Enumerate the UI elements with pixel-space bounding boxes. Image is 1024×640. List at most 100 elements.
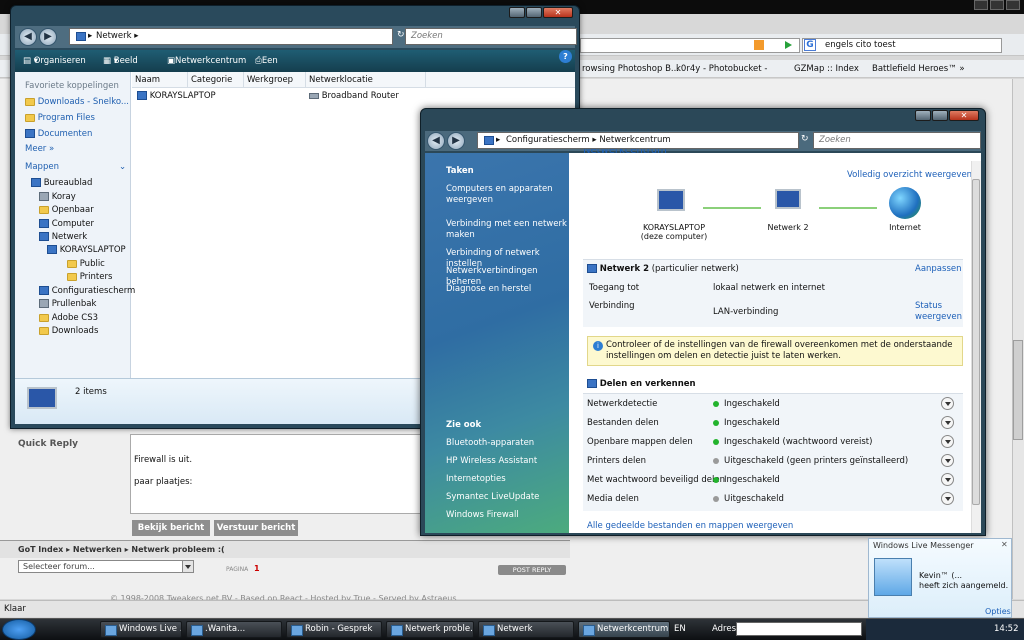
expand-icon[interactable] — [941, 454, 954, 467]
address-bar[interactable]: ▸ Configuratiescherm ▸ Netwerkcentrum — [477, 132, 799, 149]
forward-button[interactable]: ▶ — [39, 28, 57, 46]
options-link[interactable]: Opties — [985, 607, 1011, 616]
close-button[interactable]: ✕ — [949, 110, 979, 121]
breadcrumb-item[interactable]: Netwerkcentrum — [599, 135, 670, 145]
firefox-search-input[interactable]: engels cito toest — [802, 38, 1002, 53]
rss-icon[interactable] — [754, 40, 764, 50]
globe-icon[interactable] — [889, 187, 921, 219]
column-header[interactable]: Netwerklocatie — [306, 72, 426, 88]
bookmark-item[interactable]: rowsing Photoshop B... — [582, 60, 679, 78]
expand-icon[interactable] — [941, 492, 954, 505]
tree-item[interactable]: KORAYSLAPTOP — [47, 245, 126, 255]
shared-files-link[interactable]: Alle gedeelde bestanden en mappen weerge… — [587, 521, 793, 531]
expand-icon[interactable] — [941, 397, 954, 410]
column-header[interactable]: Categorie — [188, 72, 244, 88]
minimize-button[interactable] — [509, 7, 525, 18]
task-link[interactable]: Computers en apparaten weergeven — [446, 184, 568, 206]
scrollbar-thumb[interactable] — [972, 179, 980, 505]
chevron-down-icon[interactable] — [182, 561, 193, 572]
tree-item[interactable]: Adobe CS3 — [39, 313, 98, 323]
expand-icon[interactable] — [941, 435, 954, 448]
task-link[interactable]: Diagnose en herstel — [446, 284, 568, 295]
taskbar-button[interactable]: Netwerkcentrum — [578, 621, 670, 638]
tree-item[interactable]: Configuratiescherm — [39, 286, 135, 296]
add-printer-button[interactable]: ⎙ Een printer toevoegen — [255, 50, 307, 110]
view-button[interactable]: ▦ Beeld ▾ — [103, 50, 138, 72]
help-icon[interactable]: ? — [559, 50, 572, 63]
address-toolbar-input[interactable] — [736, 622, 862, 636]
address-bar[interactable]: ▸ Netwerk ▸ — [69, 28, 393, 45]
more-link[interactable]: Meer » — [25, 144, 54, 154]
page-number[interactable]: 1 — [254, 564, 260, 573]
see-also-link[interactable]: Bluetooth-apparaten — [446, 438, 568, 449]
close-button[interactable]: ✕ — [543, 7, 573, 18]
taskbar-button[interactable]: .Wanita... — [186, 621, 282, 638]
back-button[interactable]: ◀ — [19, 28, 37, 46]
tree-item[interactable]: Public — [67, 259, 105, 269]
forward-button[interactable]: ▶ — [447, 132, 465, 150]
taskbar-button[interactable]: Netwerk — [478, 621, 574, 638]
tree-item[interactable]: Computer — [39, 219, 94, 229]
back-button[interactable]: ◀ — [427, 132, 445, 150]
language-indicator[interactable]: EN — [674, 624, 686, 634]
bookmark-item[interactable]: GZMap :: Index — [794, 60, 859, 78]
start-button[interactable] — [2, 619, 36, 640]
firefox-url-bar[interactable] — [580, 38, 800, 53]
taskbar-button[interactable]: Windows Live ... — [100, 621, 182, 638]
computer-icon[interactable] — [657, 189, 685, 211]
maximize-button[interactable] — [932, 110, 948, 121]
favorite-link[interactable]: Program Files — [25, 113, 95, 123]
firefox-scrollbar[interactable] — [1012, 79, 1024, 599]
tree-item[interactable]: Printers — [67, 272, 112, 282]
forum-breadcrumb[interactable]: GoT Index ▸ Netwerken ▸ Netwerk probleem… — [0, 540, 570, 558]
clock[interactable]: 14:52 — [994, 624, 1019, 634]
network-icon — [76, 32, 86, 41]
netcenter-button[interactable]: ▣ Netwerkcentrum — [167, 50, 246, 72]
google-icon[interactable]: G — [804, 39, 816, 51]
tree-item[interactable]: Koray — [39, 192, 76, 202]
folders-header[interactable]: Mappen ⌄ — [25, 162, 126, 172]
tree-item[interactable]: Openbaar — [39, 205, 94, 215]
refresh-icon[interactable]: ↻ — [801, 134, 809, 144]
favorite-link[interactable]: Documenten — [25, 129, 92, 139]
maximize-button[interactable] — [526, 7, 542, 18]
bookmark-item[interactable]: Battlefield Heroes™ » — [872, 60, 965, 78]
minimize-button[interactable] — [915, 110, 931, 121]
post-reply-button[interactable]: POST REPLY — [498, 565, 566, 575]
tree-item[interactable]: Bureaublad — [31, 178, 92, 188]
task-link[interactable]: Verbinding met een netwerk maken — [446, 219, 568, 241]
tree-item[interactable]: Netwerk — [39, 232, 87, 242]
taskbar-button[interactable]: Robin - Gesprek — [286, 621, 382, 638]
see-also-link[interactable]: Windows Firewall — [446, 510, 568, 521]
tree-item[interactable]: Downloads — [39, 326, 98, 336]
see-also-link[interactable]: Symantec LiveUpdate — [446, 492, 568, 503]
status-link[interactable]: Status weergeven — [915, 301, 962, 323]
organize-button[interactable]: ▤ Organiseren ▾ — [23, 50, 86, 72]
refresh-icon[interactable]: ↻ — [397, 30, 405, 40]
taskbar-button[interactable]: Netwerk proble... — [386, 621, 474, 638]
customize-link[interactable]: Aanpassen — [915, 264, 962, 274]
full-map-link[interactable]: Volledig overzicht weergeven — [847, 170, 972, 180]
column-header[interactable]: Werkgroep — [244, 72, 306, 88]
see-also-link[interactable]: HP Wireless Assistant — [446, 456, 568, 467]
file-item[interactable]: Broadband Router — [309, 91, 399, 101]
close-icon[interactable]: ✕ — [1001, 540, 1008, 549]
preview-button[interactable]: Bekijk bericht — [132, 520, 210, 536]
see-also-link[interactable]: Internetopties — [446, 474, 568, 485]
expand-icon[interactable] — [941, 416, 954, 429]
send-button[interactable]: Verstuur bericht — [214, 520, 298, 536]
column-header[interactable]: Naam — [132, 72, 188, 88]
tree-item[interactable]: Prullenbak — [39, 299, 96, 309]
search-input[interactable]: Zoeken — [405, 28, 577, 45]
go-arrow-icon[interactable] — [782, 39, 794, 51]
bookmark-item[interactable]: k0r4y - Photobucket - — [676, 60, 767, 78]
breadcrumb-item[interactable]: Configuratiescherm — [506, 135, 590, 145]
network-icon[interactable] — [775, 189, 801, 209]
favorite-link[interactable]: Downloads - Snelko... — [25, 97, 129, 107]
scrollbar-thumb[interactable] — [1013, 340, 1023, 440]
forum-select[interactable]: Selecteer forum... — [18, 560, 194, 573]
search-input[interactable]: Zoeken — [813, 132, 981, 149]
file-item[interactable]: KORAYSLAPTOP — [137, 91, 216, 101]
firefox-window-controls[interactable] — [972, 0, 1022, 12]
expand-icon[interactable] — [941, 473, 954, 486]
